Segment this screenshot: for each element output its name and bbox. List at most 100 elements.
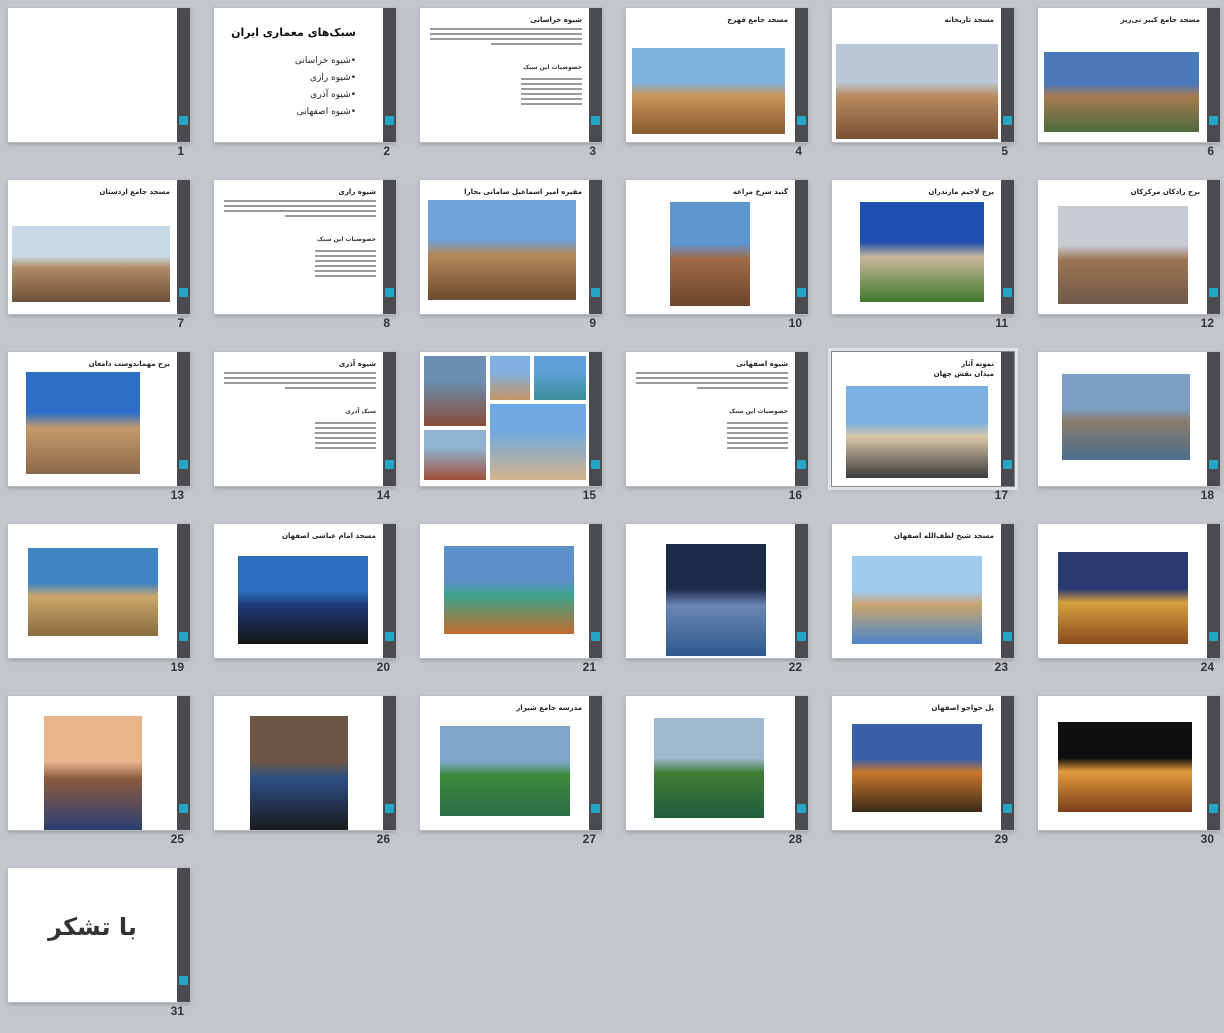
slide-cell: مسجد امام عباسی اصفهان 20	[206, 516, 396, 676]
slide-cell: برج مهماندوست دامغان 13	[0, 344, 190, 504]
slide-side-bar	[1001, 524, 1014, 658]
slide-thumbnail-18[interactable]	[1038, 352, 1220, 486]
slide-thumbnail-28[interactable]	[626, 696, 808, 830]
slide-photo	[238, 556, 368, 644]
slide-thumbnail-11[interactable]: برج لاجیم مازندران	[832, 180, 1014, 314]
slide-corner-icon	[591, 804, 600, 813]
slide-subheading: خصوصیات این سبک	[523, 64, 582, 71]
text-line	[520, 103, 582, 105]
slide-number: 17	[994, 488, 1008, 502]
slide-thumbnail-21[interactable]	[420, 524, 602, 658]
slide-number: 13	[170, 488, 184, 502]
collage-photo	[490, 356, 530, 400]
slide-thumbnail-15[interactable]	[420, 352, 602, 486]
slide-thumbnail-19[interactable]	[8, 524, 190, 658]
slide-number: 20	[376, 660, 390, 674]
slide-side-bar	[177, 868, 190, 1002]
slide-photo	[12, 226, 170, 302]
slide-thumbnail-9[interactable]: مقبره امیر اسماعیل سامانی بخارا	[420, 180, 602, 314]
slide-thumbnail-12[interactable]: برج رادکان مرکزکان	[1038, 180, 1220, 314]
slide-thumbnail-2[interactable]: سبک‌های معماری ایران شیوه خراسانی شیوه راز…	[214, 8, 396, 142]
slide-photo	[444, 546, 574, 634]
slide-thumbnail-16[interactable]: شیوه اصفهانی خصوصیات این سبک	[626, 352, 808, 486]
slide-cell: شیوه آذری سبک آذری 14	[206, 344, 396, 504]
slide-thumbnail-20[interactable]: مسجد امام عباسی اصفهان	[214, 524, 396, 658]
slide-thumbnail-10[interactable]: گنبد سرخ مراغه	[626, 180, 808, 314]
slide-thumbnail-25[interactable]	[8, 696, 190, 830]
slide-thumbnail-29[interactable]: پل خواجو اصفهان	[832, 696, 1014, 830]
slide-thumbnail-3[interactable]: شیوه خراسانی خصوصیات این سبک	[420, 8, 602, 142]
slide-number: 28	[788, 832, 802, 846]
slide-photo	[860, 202, 984, 302]
text-line	[284, 387, 376, 389]
slide-thumbnail-17[interactable]: میدان نقش جهان نمونه آثار	[832, 352, 1014, 486]
slide-corner-icon	[1209, 804, 1218, 813]
thank-you-text: با تشکر	[48, 913, 137, 941]
slide-side-bar	[383, 8, 396, 142]
slide-thumbnail-6[interactable]: مسجد جامع کبیر نی‌ریز	[1038, 8, 1220, 142]
slide-cell: 24	[1030, 516, 1220, 676]
slide-side-bar	[1001, 180, 1014, 314]
slide-corner-icon	[385, 116, 394, 125]
text-line	[726, 442, 788, 444]
slide-thumbnail-1[interactable]	[8, 8, 190, 142]
slide-number: 3	[589, 144, 596, 158]
slide-number: 19	[170, 660, 184, 674]
slide-thumbnail-30[interactable]	[1038, 696, 1220, 830]
slide-cell: مسجد تاریخانه 5	[824, 0, 1014, 160]
slide-photo	[428, 200, 576, 300]
slide-corner-icon	[1003, 804, 1012, 813]
slide-thumbnail-14[interactable]: شیوه آذری سبک آذری	[214, 352, 396, 486]
text-line	[314, 260, 376, 262]
slide-thumbnail-31[interactable]: با تشکر	[8, 868, 190, 1002]
slide-photo	[1058, 552, 1188, 644]
slide-number: 12	[1200, 316, 1214, 330]
slide-number: 6	[1207, 144, 1214, 158]
slide-corner-icon	[1209, 116, 1218, 125]
slide-sorter-grid: 1 سبک‌های معماری ایران شیوه خراسانی شیوه را…	[0, 0, 1224, 1033]
slide-title: پل خواجو اصفهان	[931, 704, 994, 712]
slide-cell: 22	[618, 516, 808, 676]
slide-photo	[250, 716, 348, 830]
slide-subheading: خصوصیات این سبک	[729, 408, 788, 415]
bullet-item: شیوه آذری	[295, 90, 356, 100]
slide-cell: مدرسه جامع شیراز 27	[412, 688, 602, 848]
slide-thumbnail-5[interactable]: مسجد تاریخانه	[832, 8, 1014, 142]
bullet-placeholder	[274, 422, 376, 452]
slide-title: سبک‌های معماری ایران	[231, 26, 356, 39]
text-line	[314, 442, 376, 444]
slide-photo	[44, 716, 142, 830]
collage-photo	[534, 356, 586, 400]
text-line	[520, 98, 582, 100]
slide-side-bar	[589, 524, 602, 658]
slide-thumbnail-26[interactable]	[214, 696, 396, 830]
slide-thumbnail-22[interactable]	[626, 524, 808, 658]
slide-corner-icon	[385, 288, 394, 297]
slide-number: 29	[994, 832, 1008, 846]
slide-corner-icon	[179, 116, 188, 125]
slide-thumbnail-13[interactable]: برج مهماندوست دامغان	[8, 352, 190, 486]
slide-thumbnail-27[interactable]: مدرسه جامع شیراز	[420, 696, 602, 830]
slide-thumbnail-24[interactable]	[1038, 524, 1220, 658]
slide-thumbnail-8[interactable]: شیوه رازی خصوصیات این سبک	[214, 180, 396, 314]
slide-thumbnail-23[interactable]: مسجد شیخ لطف‌الله اصفهان	[832, 524, 1014, 658]
slide-corner-icon	[591, 632, 600, 641]
slide-cell: میدان نقش جهان نمونه آثار 17	[824, 344, 1014, 504]
bullet-list: شیوه خراسانی شیوه رازی شیوه آذری شیوه اصفها…	[295, 56, 356, 124]
slide-thumbnail-4[interactable]: مسجد جامع فهرج	[626, 8, 808, 142]
slide-side-bar	[177, 524, 190, 658]
slide-side-bar	[177, 696, 190, 830]
slide-corner-icon	[797, 804, 806, 813]
bullet-item: شیوه خراسانی	[295, 56, 356, 66]
slide-corner-icon	[591, 288, 600, 297]
slide-title: شیوه خراسانی	[530, 16, 582, 24]
slide-corner-icon	[1209, 632, 1218, 641]
slide-side-bar	[589, 8, 602, 142]
slide-photo	[1058, 722, 1192, 812]
slide-title-secondary: نمونه آثار	[961, 360, 994, 368]
slide-cell: شیوه اصفهانی خصوصیات این سبک 16	[618, 344, 808, 504]
slide-title: مدرسه جامع شیراز	[516, 704, 582, 712]
slide-number: 11	[995, 316, 1008, 330]
slide-thumbnail-7[interactable]: مسجد جامع اردستان	[8, 180, 190, 314]
slide-number: 7	[177, 316, 184, 330]
